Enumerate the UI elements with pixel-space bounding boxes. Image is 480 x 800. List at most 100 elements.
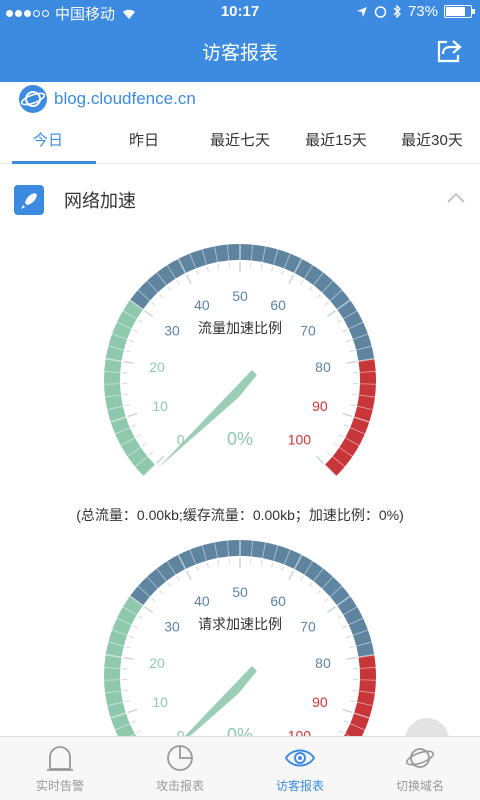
gauge-tick — [127, 412, 138, 418]
status-bar: 中国移动 10:17 73% — [0, 0, 480, 24]
gauge-tick — [148, 451, 154, 456]
gauge-tick — [338, 730, 344, 734]
section-title: 网络加速 — [64, 191, 136, 211]
gauge-tick — [260, 263, 263, 270]
gauge-band-tick — [359, 679, 376, 681]
gauge-title: 请求加速比例 — [198, 617, 282, 633]
gauge-tick — [123, 360, 134, 364]
rocket-icon — [14, 185, 44, 215]
gauge-tick — [342, 412, 353, 418]
gauge-tick — [125, 646, 131, 649]
planet-icon — [405, 748, 435, 768]
alarm-bell-icon — [47, 746, 73, 771]
gauge-tick — [342, 625, 347, 629]
section-header[interactable]: 网络加速 — [0, 172, 480, 226]
gauge-tick — [128, 339, 134, 343]
gauge-tick — [131, 424, 137, 428]
gauge-tick — [333, 443, 338, 447]
gauge-tick — [315, 455, 325, 465]
gauge-tick — [350, 404, 356, 407]
tab-last-30-days[interactable]: 最近30天 — [384, 120, 480, 163]
gauge-tick — [133, 329, 138, 333]
share-icon[interactable] — [436, 38, 462, 64]
gauge-tick-label: 90 — [312, 398, 328, 414]
gauge-tick — [122, 689, 128, 692]
gauge-tick — [138, 615, 143, 619]
gauge-tick — [349, 646, 355, 649]
tabbar-label: 访客报表 — [275, 779, 324, 793]
traffic-accel-gauge: 0 10 20 30 40 50 60 70 80 90 100 流量加速比例 0% — [100, 240, 380, 500]
gauge-tick — [125, 350, 131, 353]
gauge-tick — [136, 434, 142, 438]
gauge-tick-label: 80 — [315, 655, 331, 671]
cloudfence-logo-icon — [19, 85, 47, 113]
bottom-tab-bar: 实时告警 攻击报表 访客报表 切换域名 — [0, 736, 480, 800]
gauge-tick-label: 40 — [194, 297, 210, 313]
gauge-tick — [326, 605, 336, 614]
gauge-tick — [124, 404, 130, 407]
gauge-title: 流量加速比例 — [198, 321, 282, 337]
gauge-tick — [349, 350, 355, 353]
tabbar-label: 攻击报表 — [155, 779, 204, 793]
gauge-tick — [316, 589, 322, 594]
gauge-tick — [176, 280, 180, 285]
tab-last-15-days[interactable]: 最近15天 — [288, 120, 384, 163]
gauge-tick — [144, 309, 154, 318]
gauge-tick — [338, 434, 344, 438]
gauge-tick — [155, 455, 165, 465]
gauge-tick — [151, 597, 156, 602]
gauge-tick — [308, 286, 313, 292]
gauge-tick — [346, 635, 352, 639]
gauge-tick-label: 20 — [149, 359, 165, 375]
site-domain: blog.cloudfence.cn — [54, 89, 196, 108]
location-icon — [356, 6, 367, 17]
gauge-tick — [185, 274, 192, 285]
gauge-tick-label: 90 — [312, 694, 328, 710]
gauge-tick — [343, 424, 349, 428]
gauge-tick — [346, 656, 357, 660]
gauge-tick — [206, 562, 209, 568]
gauge-tick-label: 80 — [315, 359, 331, 375]
gauge-tick — [128, 635, 134, 639]
gauge-tick — [271, 562, 274, 568]
tabbar-visitor-report[interactable]: 访客报表 — [240, 737, 360, 800]
gauge-tick — [260, 559, 263, 566]
tab-today[interactable]: 今日 — [0, 120, 96, 164]
gauge-tick — [324, 597, 329, 602]
gauge-band-tick — [359, 383, 376, 385]
gauge-needle — [158, 370, 257, 468]
gauge-tick — [308, 582, 313, 588]
gauge-tick — [300, 576, 304, 581]
gauge-tick — [217, 559, 220, 566]
eye-icon — [284, 749, 316, 767]
gauge-tick — [206, 266, 209, 272]
gauge-tick-label: 20 — [149, 655, 165, 671]
gauge-tick-label: 100 — [288, 431, 312, 447]
alarm-clock-icon — [374, 6, 387, 18]
gauge-tick — [151, 301, 156, 306]
gauge-tick — [196, 270, 199, 276]
gauge-tick — [337, 319, 342, 323]
tabbar-attack-report[interactable]: 攻击报表 — [120, 737, 240, 800]
tabbar-switch-domain[interactable]: 切换域名 — [360, 737, 480, 800]
gauge-tick-label: 10 — [152, 398, 168, 414]
gauge-tick — [158, 589, 164, 594]
tabbar-alarms[interactable]: 实时告警 — [0, 737, 120, 800]
gauge-tick — [122, 393, 128, 396]
gauge-tick-label: 60 — [270, 593, 286, 609]
bluetooth-icon — [393, 5, 401, 18]
tab-yesterday[interactable]: 昨日 — [96, 120, 192, 163]
gauge-tick-label: 60 — [270, 297, 286, 313]
gauge-tick — [324, 301, 329, 306]
gauge-tick — [142, 443, 147, 447]
gauge-tick — [346, 360, 357, 364]
chevron-up-icon[interactable] — [446, 190, 466, 204]
pie-chart-icon — [167, 745, 193, 771]
gauge-tick-label: 50 — [232, 584, 248, 600]
gauge-band — [129, 244, 375, 362]
gauge-band-tick — [104, 679, 121, 681]
tab-last-7-days[interactable]: 最近七天 — [192, 120, 288, 163]
gauge-tick — [288, 274, 295, 285]
tabbar-label: 切换域名 — [395, 779, 444, 793]
gauge-tick — [346, 339, 352, 343]
